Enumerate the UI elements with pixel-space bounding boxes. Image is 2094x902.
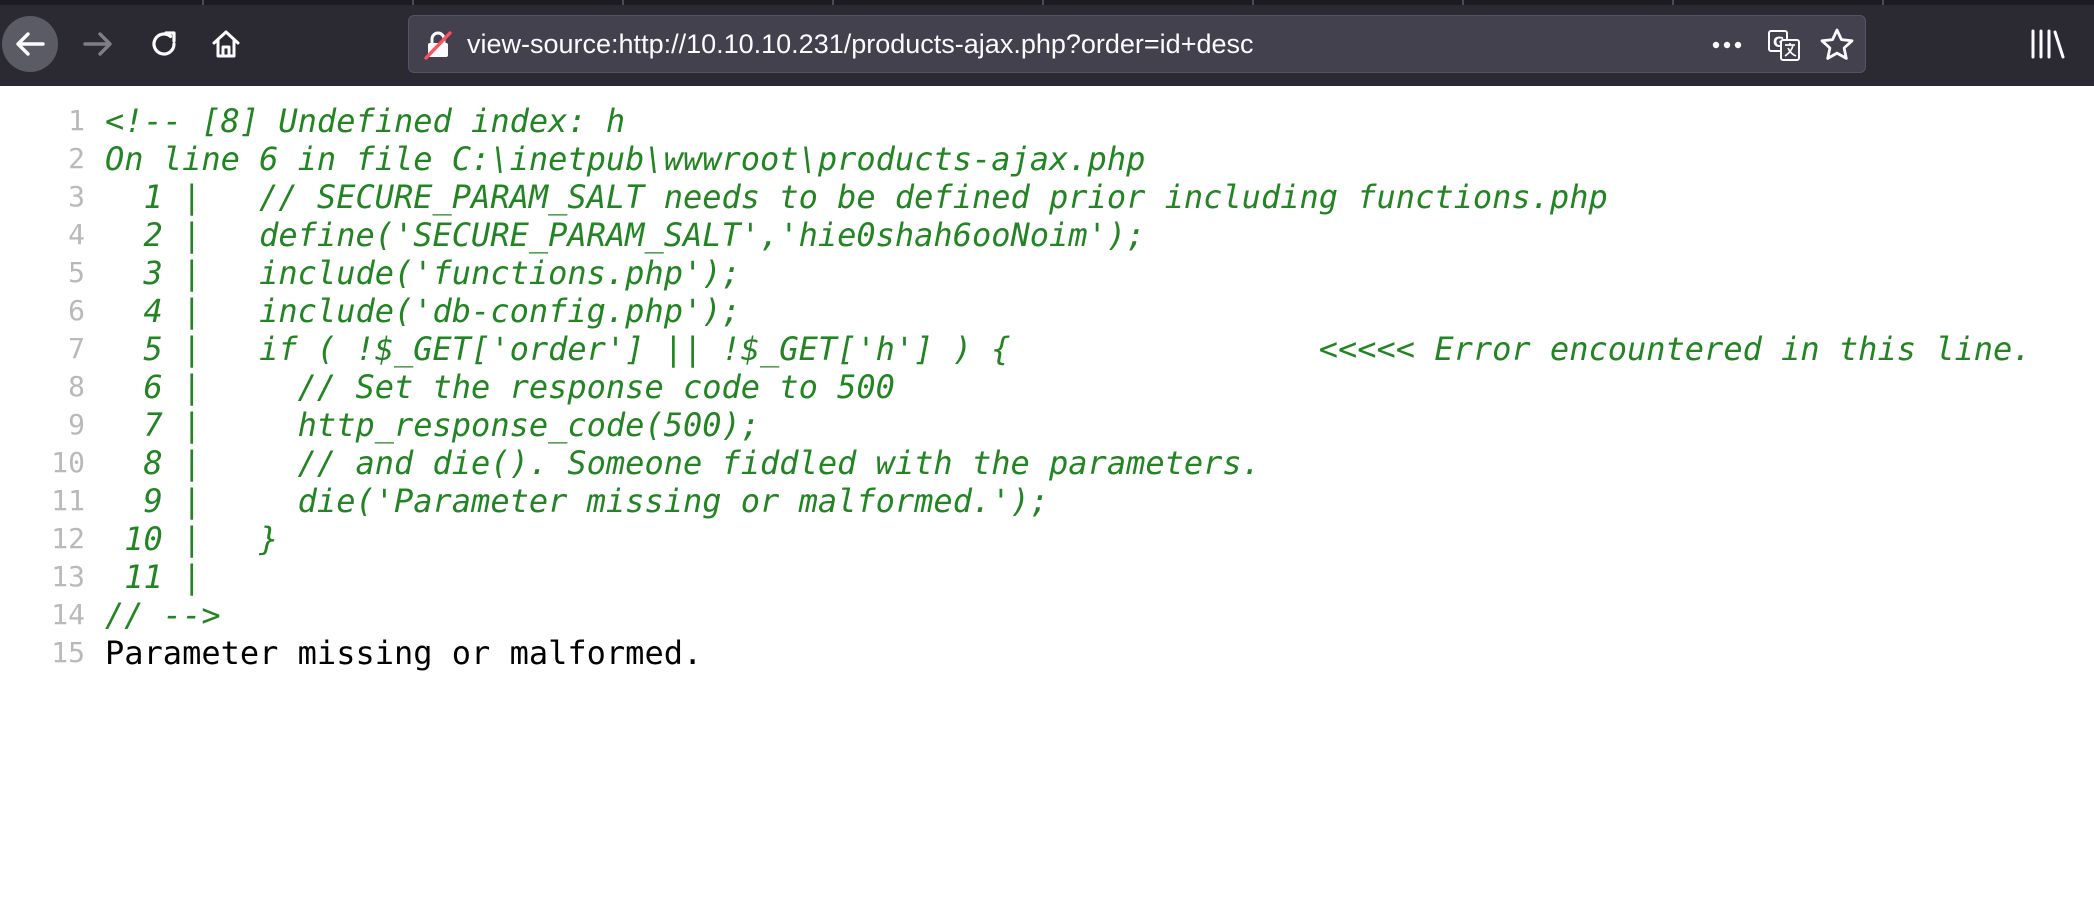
- tab-separator: [1672, 0, 1674, 5]
- source-comment: 4 | include('db-config.php');: [105, 292, 741, 330]
- line-number: 11: [51, 484, 85, 517]
- line-number: 6: [68, 294, 85, 327]
- source-line: 10 8 | // and die(). Someone fiddled wit…: [0, 444, 2094, 482]
- source-comment: 7 | http_response_code(500);: [105, 406, 761, 444]
- line-number: 12: [51, 522, 85, 555]
- reload-button[interactable]: [136, 16, 192, 72]
- tab-separator: [1252, 0, 1254, 5]
- source-comment: 5 | if ( !$_GET['order'] || !$_GET['h'] …: [105, 330, 2032, 368]
- tab-separator: [832, 0, 834, 5]
- insecure-lock-icon[interactable]: [423, 30, 453, 60]
- source-comment: 11 |: [105, 558, 202, 596]
- source-line: 4 2 | define('SECURE_PARAM_SALT','hie0sh…: [0, 216, 2094, 254]
- back-button[interactable]: [2, 16, 58, 72]
- source-line: 5 3 | include('functions.php');: [0, 254, 2094, 292]
- source-text: Parameter missing or malformed.: [105, 634, 703, 672]
- more-horizontal-icon[interactable]: [1707, 28, 1747, 62]
- source-line: 6 4 | include('db-config.php');: [0, 292, 2094, 330]
- line-number: 9: [68, 408, 85, 441]
- home-button[interactable]: [198, 16, 254, 72]
- tab-separator: [1042, 0, 1044, 5]
- address-bar-url[interactable]: view-source:http://10.10.10.231/products…: [467, 16, 1254, 72]
- back-arrow-icon: [16, 32, 45, 56]
- source-line: 7 5 | if ( !$_GET['order'] || !$_GET['h'…: [0, 330, 2094, 368]
- source-comment: 9 | die('Parameter missing or malformed.…: [105, 482, 1050, 520]
- address-bar[interactable]: view-source:http://10.10.10.231/products…: [408, 15, 1866, 73]
- forward-arrow-icon: [83, 32, 112, 56]
- source-line: 13 11 |: [0, 558, 2094, 596]
- reload-icon: [152, 31, 176, 56]
- source-line: 8 6 | // Set the response code to 500: [0, 368, 2094, 406]
- tab-separator: [622, 0, 624, 5]
- line-number: 3: [68, 180, 85, 213]
- source-comment: 2 | define('SECURE_PARAM_SALT','hie0shah…: [105, 216, 1146, 254]
- source-comment: 1 | // SECURE_PARAM_SALT needs to be def…: [105, 178, 1608, 216]
- line-number: 10: [51, 446, 85, 479]
- home-icon: [212, 30, 240, 58]
- source-comment: // -->: [105, 596, 221, 634]
- line-number: 1: [68, 104, 85, 137]
- forward-button[interactable]: [70, 16, 126, 72]
- source-line: 9 7 | http_response_code(500);: [0, 406, 2094, 444]
- library-icon[interactable]: [2028, 26, 2068, 62]
- line-number: 14: [51, 598, 85, 631]
- view-source-content: 1 <!-- [8] Undefined index: h 2 On line 6 i…: [0, 102, 2094, 672]
- source-line: 1 <!-- [8] Undefined index: h: [0, 102, 2094, 140]
- line-number: 2: [68, 142, 85, 175]
- tab-separator: [202, 0, 204, 5]
- tab-separator: [1882, 0, 1884, 5]
- source-comment: 3 | include('functions.php');: [105, 254, 741, 292]
- line-number: 13: [51, 560, 85, 593]
- source-line: 12 10 | }: [0, 520, 2094, 558]
- star-icon[interactable]: [1819, 27, 1855, 63]
- source-line: 15 Parameter missing or malformed.: [0, 634, 2094, 672]
- source-comment: On line 6 in file C:\inetpub\wwwroot\pro…: [105, 140, 1146, 178]
- source-line: 2 On line 6 in file C:\inetpub\wwwroot\pr…: [0, 140, 2094, 178]
- source-comment: <!-- [8] Undefined index: h: [105, 102, 626, 140]
- source-comment: 6 | // Set the response code to 500: [105, 368, 895, 406]
- line-number: 4: [68, 218, 85, 251]
- tab-separator: [412, 0, 414, 5]
- source-line: 3 1 | // SECURE_PARAM_SALT needs to be d…: [0, 178, 2094, 216]
- source-line: 14 // -->: [0, 596, 2094, 634]
- source-comment: 10 | }: [105, 520, 279, 558]
- line-number: 15: [51, 636, 85, 669]
- tab-separator: [1462, 0, 1464, 5]
- browser-toolbar: view-source:http://10.10.10.231/products…: [0, 0, 2094, 86]
- line-number: 8: [68, 370, 85, 403]
- line-number: 5: [68, 256, 85, 289]
- translate-icon[interactable]: G: [1767, 28, 1801, 62]
- source-line: 11 9 | die('Parameter missing or malform…: [0, 482, 2094, 520]
- tab-strip: [0, 0, 2094, 5]
- source-comment: 8 | // and die(). Someone fiddled with t…: [105, 444, 1261, 482]
- line-number: 7: [68, 332, 85, 365]
